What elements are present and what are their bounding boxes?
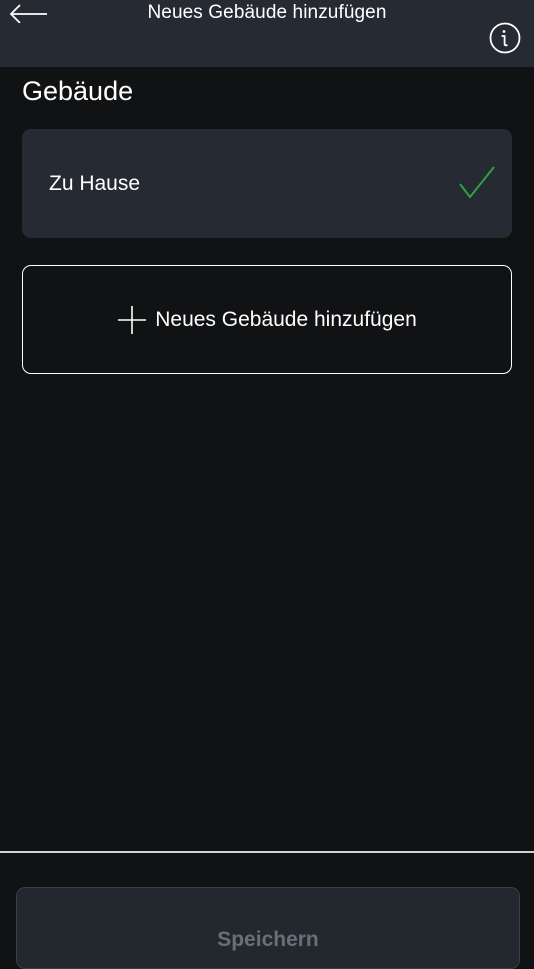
app-header: Neues Gebäude hinzufügen [0, 0, 534, 67]
footer-divider [0, 851, 534, 853]
add-building-label: Neues Gebäude hinzufügen [155, 307, 417, 331]
save-label: Speichern [217, 928, 319, 951]
checkmark-icon [459, 166, 495, 199]
building-item-zu-hause[interactable]: Zu Hause [22, 129, 512, 238]
page-title: Neues Gebäude hinzufügen [147, 2, 387, 23]
building-name: Zu Hause [49, 172, 141, 195]
save-button[interactable]: Speichern [16, 887, 520, 969]
info-icon [489, 22, 521, 54]
section-title: Gebäude [22, 76, 134, 106]
add-building-content: Neues Gebäude hinzufügen [23, 266, 511, 373]
add-building-button[interactable]: Neues Gebäude hinzufügen [22, 265, 512, 374]
plus-icon [118, 305, 147, 334]
info-button[interactable] [489, 22, 521, 54]
